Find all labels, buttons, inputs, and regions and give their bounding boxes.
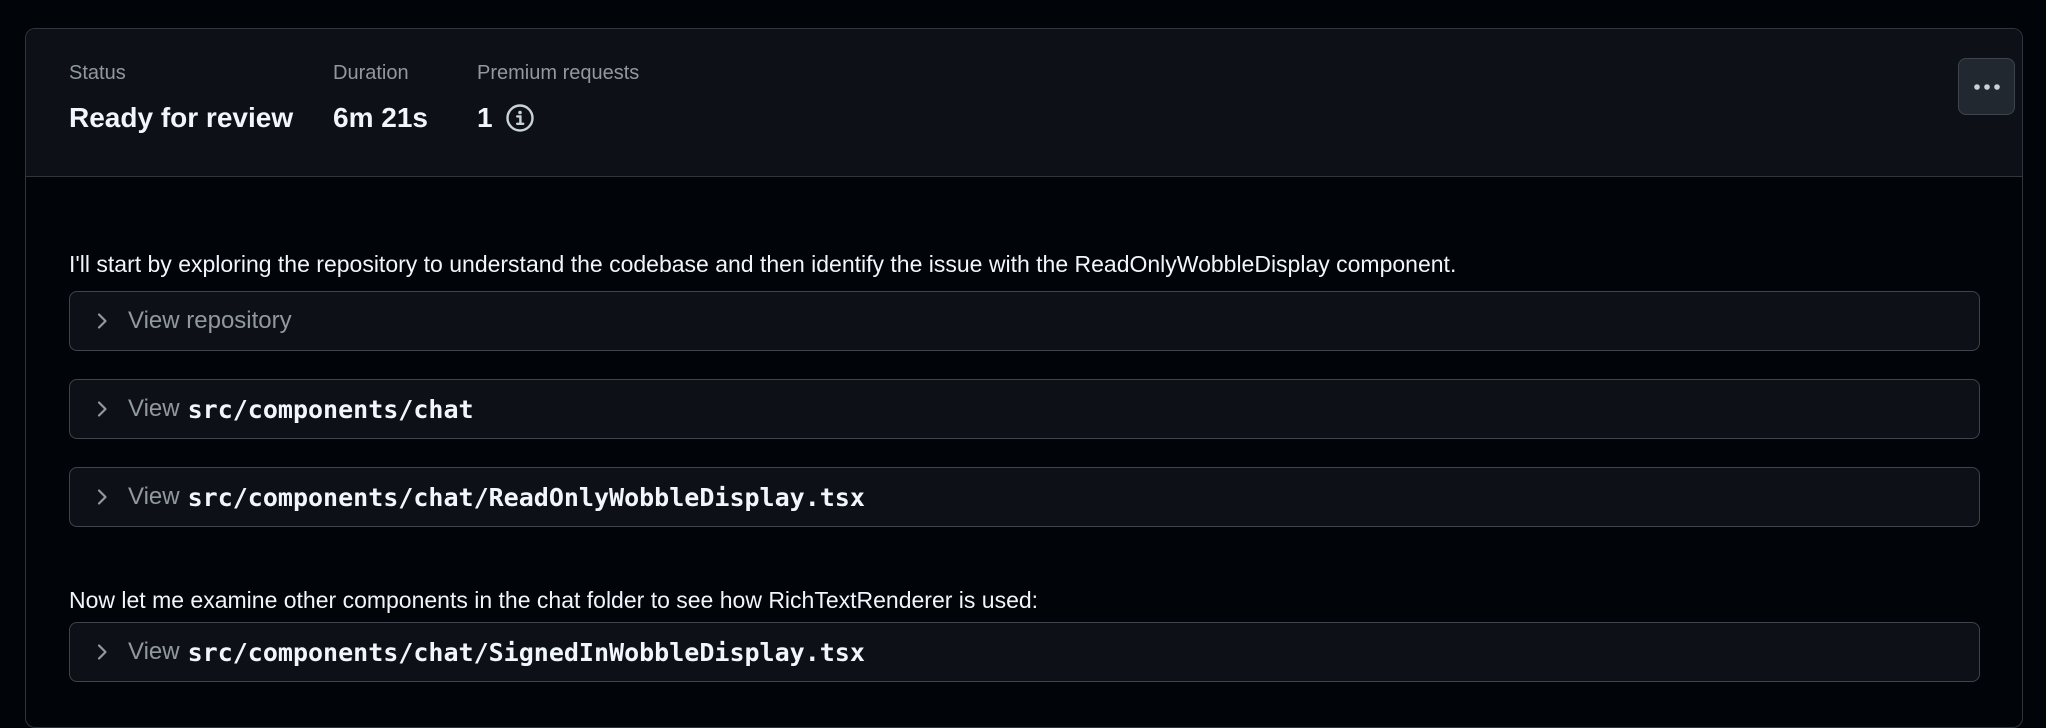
status-value: Ready for review: [69, 101, 293, 135]
status-value-text: Ready for review: [69, 102, 294, 133]
step-verb: View: [128, 395, 180, 422]
session-header: Status Ready for review Duration 6m 21s …: [26, 29, 2022, 177]
status-stat: Status Ready for review: [69, 63, 293, 135]
view-signedin-display-step[interactable]: View src/components/chat/SignedInWobbleD…: [69, 622, 1980, 682]
premium-requests-label: Premium requests: [477, 62, 640, 84]
step-path: src/components/chat/ReadOnlyWobbleDispla…: [187, 482, 865, 512]
chevron-right-icon: [97, 489, 107, 505]
view-chat-folder-step[interactable]: View src/components/chat: [69, 379, 1980, 439]
session-card: Status Ready for review Duration 6m 21s …: [25, 28, 2023, 728]
premium-requests-count: 1: [477, 102, 493, 133]
chevron-right-icon: [97, 644, 107, 660]
step-verb: View repository: [128, 307, 292, 334]
more-options-button[interactable]: [1958, 58, 2015, 115]
step-path: src/components/chat: [187, 394, 474, 424]
duration-label: Duration: [333, 62, 409, 84]
chevron-right-icon: [97, 313, 107, 329]
step-verb: View: [128, 483, 180, 510]
step-path: src/components/chat/SignedInWobbleDispla…: [187, 637, 865, 667]
view-repository-step[interactable]: View repository: [69, 291, 1980, 351]
chevron-right-icon: [97, 401, 107, 417]
kebab-horizontal-icon: [1973, 83, 2000, 90]
view-readonly-display-step[interactable]: View src/components/chat/ReadOnlyWobbleD…: [69, 467, 1980, 527]
agent-message: Now let me examine other components in t…: [69, 587, 1039, 613]
status-label: Status: [69, 62, 126, 84]
step-verb: View: [128, 638, 180, 665]
duration-stat: Duration 6m 21s: [333, 63, 428, 135]
duration-value-text: 6m 21s: [333, 102, 428, 133]
duration-value: 6m 21s: [333, 101, 428, 135]
premium-requests-stat: Premium requests 1: [477, 63, 639, 135]
agent-message: I'll start by exploring the repository t…: [69, 251, 1457, 277]
info-icon[interactable]: [505, 103, 535, 133]
premium-requests-value: 1: [477, 101, 639, 135]
